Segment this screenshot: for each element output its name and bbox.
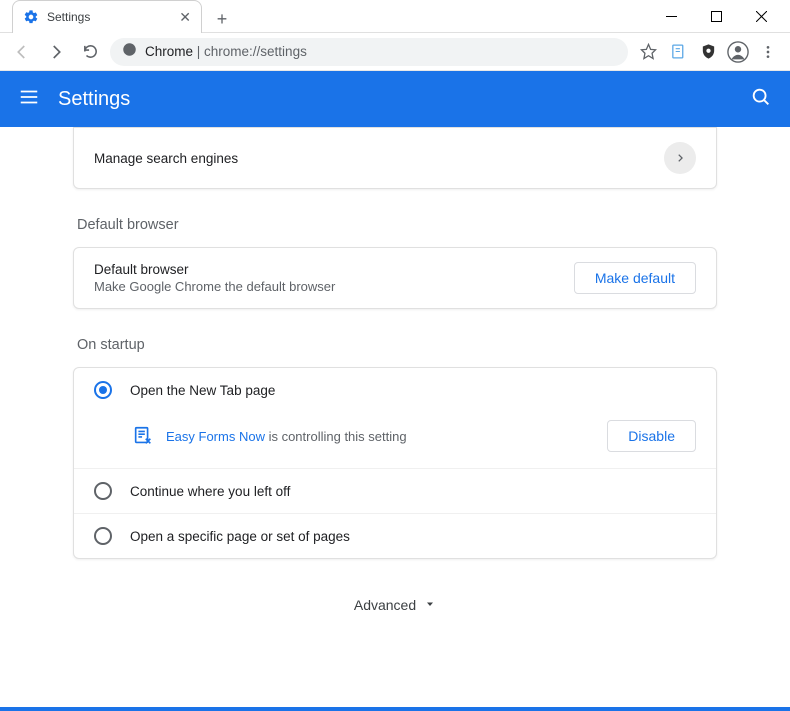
extension-controlling-notice: Easy Forms Now is controlling this setti… <box>74 412 716 468</box>
settings-app-header: Settings <box>0 71 790 127</box>
back-button[interactable] <box>8 38 36 66</box>
document-edit-icon <box>132 425 154 447</box>
kebab-menu-icon[interactable] <box>754 38 782 66</box>
settings-page-title: Settings <box>58 88 732 111</box>
radio-icon <box>94 381 112 399</box>
chevron-down-icon <box>424 597 436 613</box>
disable-extension-button[interactable]: Disable <box>607 420 696 452</box>
startup-option-label: Open the New Tab page <box>130 383 275 398</box>
new-tab-button[interactable]: + <box>208 5 236 33</box>
radio-icon <box>94 527 112 545</box>
startup-option-new-tab[interactable]: Open the New Tab page <box>74 368 716 412</box>
advanced-label: Advanced <box>354 597 416 613</box>
radio-icon <box>94 482 112 500</box>
manage-search-engines-label: Manage search engines <box>94 151 664 166</box>
window-titlebar: Settings ✕ + <box>0 0 790 33</box>
manage-search-engines-card: Manage search engines <box>73 127 717 189</box>
startup-option-specific-pages[interactable]: Open a specific page or set of pages <box>74 513 716 558</box>
site-info-icon[interactable] <box>122 42 137 62</box>
startup-option-label: Open a specific page or set of pages <box>130 529 350 544</box>
make-default-button[interactable]: Make default <box>574 262 696 294</box>
hamburger-menu-icon[interactable] <box>18 86 40 113</box>
tab-strip: Settings ✕ + <box>12 0 236 33</box>
tab-title: Settings <box>47 10 171 24</box>
profile-avatar-icon[interactable] <box>724 38 752 66</box>
default-browser-section-label: Default browser <box>77 217 717 233</box>
address-bar[interactable]: Chrome | chrome://settings <box>110 38 628 66</box>
manage-search-engines-row[interactable]: Manage search engines <box>74 128 716 188</box>
window-maximize-button[interactable] <box>694 0 739 33</box>
default-browser-card: Default browser Make Google Chrome the d… <box>73 247 717 309</box>
window-close-button[interactable] <box>739 0 784 33</box>
url-display: Chrome | chrome://settings <box>145 44 307 59</box>
gear-icon <box>23 9 39 25</box>
search-icon[interactable] <box>750 86 772 113</box>
browser-toolbar: Chrome | chrome://settings <box>0 33 790 71</box>
default-browser-title: Default browser <box>94 262 574 277</box>
window-bottom-accent <box>0 707 790 711</box>
extension-notice-text: Easy Forms Now is controlling this setti… <box>166 429 595 444</box>
browser-tab-settings[interactable]: Settings ✕ <box>12 0 202 33</box>
close-icon[interactable]: ✕ <box>179 10 191 24</box>
window-minimize-button[interactable] <box>649 0 694 33</box>
bookmark-star-icon[interactable] <box>634 38 662 66</box>
chevron-right-icon <box>664 142 696 174</box>
startup-option-label: Continue where you left off <box>130 484 290 499</box>
on-startup-card: Open the New Tab page Easy Forms Now is … <box>73 367 717 559</box>
advanced-toggle[interactable]: Advanced <box>73 597 717 613</box>
startup-option-continue[interactable]: Continue where you left off <box>74 468 716 513</box>
settings-content[interactable]: Manage search engines Default browser De… <box>0 127 790 707</box>
on-startup-section-label: On startup <box>77 337 717 353</box>
extension-note-icon[interactable] <box>664 38 692 66</box>
extension-name-link[interactable]: Easy Forms Now <box>166 429 265 444</box>
forward-button[interactable] <box>42 38 70 66</box>
reload-button[interactable] <box>76 38 104 66</box>
default-browser-subtitle: Make Google Chrome the default browser <box>94 279 574 294</box>
extension-shield-icon[interactable] <box>694 38 722 66</box>
